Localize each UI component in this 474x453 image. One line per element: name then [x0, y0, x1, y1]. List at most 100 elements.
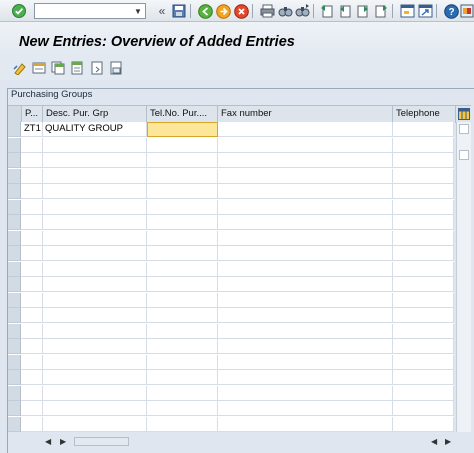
column-header-description[interactable]: Desc. Pur. Grp [43, 106, 147, 123]
row-selector[interactable] [8, 153, 21, 168]
table-cell[interactable] [43, 354, 147, 370]
table-cell[interactable] [22, 354, 43, 370]
table-cell[interactable]: ZT1 [22, 122, 43, 137]
row-selector[interactable] [8, 323, 21, 339]
command-field[interactable]: ▼ [34, 3, 146, 19]
table-cell[interactable] [218, 370, 393, 385]
table-cell[interactable] [22, 385, 43, 401]
table-cell[interactable] [218, 277, 393, 292]
chevron-down-icon[interactable]: ▼ [132, 5, 144, 17]
row-selector[interactable] [8, 122, 21, 137]
table-cell[interactable] [22, 292, 43, 308]
new-session-icon[interactable] [398, 2, 416, 20]
table-cell[interactable] [22, 168, 43, 184]
table-cell[interactable] [43, 308, 147, 323]
select-all-icon[interactable] [107, 59, 125, 77]
previous-page-icon[interactable] [336, 2, 354, 20]
column-header-fax-number[interactable]: Fax number [218, 106, 393, 123]
row-selector[interactable] [8, 230, 21, 246]
table-cell[interactable] [147, 246, 218, 261]
find-next-icon[interactable] [293, 2, 311, 20]
table-cell[interactable] [393, 261, 454, 277]
table-cell[interactable] [393, 153, 454, 168]
row-selector[interactable] [8, 184, 21, 199]
row-selector[interactable] [8, 261, 21, 277]
table-cell[interactable] [147, 292, 218, 308]
table-cell[interactable] [22, 416, 43, 432]
column-header-telephone[interactable]: Telephone [393, 106, 456, 123]
back-icon[interactable] [196, 2, 214, 20]
table-cell[interactable] [22, 199, 43, 215]
scroll-left-end-icon[interactable]: ◀ [431, 437, 437, 446]
delete-icon[interactable] [68, 59, 86, 77]
table-cell[interactable] [43, 292, 147, 308]
table-cell[interactable] [393, 416, 454, 432]
table-cell[interactable] [22, 215, 43, 230]
exit-icon[interactable] [214, 2, 232, 20]
last-page-icon[interactable] [372, 2, 390, 20]
cancel-icon[interactable] [232, 2, 250, 20]
scroll-thumb-horizontal[interactable] [74, 437, 129, 446]
column-header-purchasing-group[interactable]: P... [22, 106, 43, 123]
table-cell[interactable] [393, 199, 454, 215]
shortcut-icon[interactable] [416, 2, 434, 20]
table-cell[interactable] [218, 153, 393, 168]
row-selector[interactable] [8, 292, 21, 308]
table-cell[interactable] [22, 339, 43, 354]
table-cell[interactable] [393, 354, 454, 370]
table-cell[interactable] [147, 401, 218, 416]
table-cell[interactable] [147, 199, 218, 215]
row-selector[interactable] [8, 168, 21, 184]
table-cell[interactable] [43, 277, 147, 292]
table-cell[interactable] [147, 261, 218, 277]
table-cell[interactable] [218, 246, 393, 261]
scroll-up-icon[interactable] [459, 124, 469, 134]
table-cell[interactable] [22, 323, 43, 339]
table-cell[interactable] [218, 184, 393, 199]
table-cell[interactable] [43, 401, 147, 416]
row-selector[interactable] [8, 370, 21, 385]
copy-as-icon[interactable] [49, 59, 67, 77]
table-cell[interactable] [393, 370, 454, 385]
table-cell[interactable] [393, 385, 454, 401]
table-cell[interactable] [147, 354, 218, 370]
table-cell[interactable] [393, 277, 454, 292]
find-icon[interactable] [276, 2, 294, 20]
print-icon[interactable] [258, 2, 276, 20]
table-cell[interactable] [43, 153, 147, 168]
table-cell[interactable] [147, 416, 218, 432]
back-double-arrow-icon[interactable]: « [153, 2, 171, 20]
table-cell[interactable] [393, 122, 454, 137]
row-selector[interactable] [8, 215, 21, 230]
table-cell[interactable] [393, 339, 454, 354]
table-cell[interactable] [43, 323, 147, 339]
next-page-icon[interactable] [354, 2, 372, 20]
table-cell[interactable] [43, 137, 147, 153]
table-cell[interactable] [218, 261, 393, 277]
table-cell[interactable] [147, 308, 218, 323]
table-cell[interactable]: QUALITY GROUP [43, 122, 147, 137]
table-cell[interactable] [147, 122, 218, 137]
table-cell[interactable] [147, 277, 218, 292]
vertical-scrollbar[interactable] [456, 122, 471, 432]
table-cell[interactable] [393, 184, 454, 199]
table-cell[interactable] [218, 308, 393, 323]
table-cell[interactable] [218, 137, 393, 153]
scroll-right-end-icon[interactable]: ▶ [445, 437, 451, 446]
row-selector[interactable] [8, 137, 21, 153]
row-selector[interactable] [8, 339, 21, 354]
customize-layout-icon[interactable] [458, 2, 474, 20]
row-selector[interactable] [8, 246, 21, 261]
table-cell[interactable] [43, 416, 147, 432]
table-cell[interactable] [43, 339, 147, 354]
table-cell[interactable] [147, 339, 218, 354]
table-cell[interactable] [22, 308, 43, 323]
table-cell[interactable] [43, 246, 147, 261]
table-cell[interactable] [22, 370, 43, 385]
row-selector[interactable] [8, 401, 21, 416]
table-cell[interactable] [393, 401, 454, 416]
horizontal-scrollbar[interactable]: ◀ ▶ ◀ ▶ [37, 434, 455, 449]
table-settings-icon[interactable] [456, 105, 471, 122]
table-cell[interactable] [147, 370, 218, 385]
select-all-header[interactable] [8, 106, 22, 123]
